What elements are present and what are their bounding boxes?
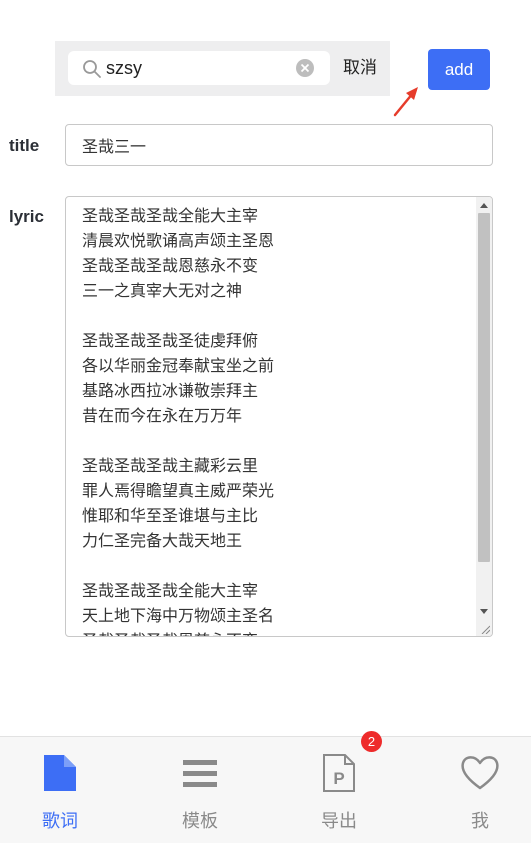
tab-label: 模板 — [182, 811, 218, 832]
tab-me[interactable]: 我 — [420, 737, 531, 843]
search-value: szsy — [106, 58, 142, 78]
tab-label: 导出 — [321, 811, 357, 832]
lyric-content: 圣哉圣哉圣哉全能大主宰 清晨欢悦歌诵高声颂主圣恩 圣哉圣哉圣哉恩慈永不变 三一之真宰大… — [82, 203, 472, 636]
lyric-line: 力仁圣完备大哉天地王 — [82, 531, 243, 550]
tab-lyrics[interactable]: 歌词 — [0, 737, 120, 843]
lyric-textarea[interactable]: 圣哉圣哉圣哉全能大主宰 清晨欢悦歌诵高声颂主圣恩 圣哉圣哉圣哉恩慈永不变 三一之真宰大… — [65, 196, 493, 637]
lyric-line: 惟耶和华至圣谁堪与主比 — [82, 506, 259, 525]
lyric-line: 三一之真宰大无对之神 — [82, 281, 243, 300]
svg-text:P: P — [333, 769, 344, 788]
tab-label: 歌词 — [42, 811, 78, 832]
lyric-line: 圣哉圣哉圣哉全能大主宰 — [82, 206, 259, 225]
resize-grip-icon[interactable] — [480, 624, 490, 634]
bottom-tab-bar: 歌词 模板 P 导出 我 — [0, 736, 531, 843]
lyric-line: 罪人焉得瞻望真主威严荣光 — [82, 481, 275, 500]
scroll-thumb[interactable] — [478, 213, 490, 562]
lyric-line: 圣哉圣哉圣哉主藏彩云里 — [82, 456, 259, 475]
title-value: 圣哉三一 — [82, 137, 147, 156]
lyric-label: lyric — [9, 207, 44, 226]
heart-icon — [461, 756, 499, 790]
tab-export[interactable]: P 导出 — [279, 737, 399, 843]
lyric-line — [82, 303, 472, 328]
lyric-line — [82, 553, 472, 578]
export-p-icon: P — [323, 754, 355, 792]
lyric-line: 圣哉圣哉圣哉圣徒虔拜俯 — [82, 331, 259, 350]
cancel-button[interactable]: 取消 — [343, 57, 377, 79]
page: szsy 取消 add title 圣哉三一 lyric 圣哉圣哉圣哉全能大主宰… — [0, 0, 531, 843]
tab-label: 我 — [471, 811, 489, 832]
lyric-scrollbar[interactable] — [476, 197, 492, 636]
annotation-arrow-icon — [393, 87, 418, 117]
title-label: title — [9, 136, 40, 155]
lyric-line: 圣哉圣哉圣哉全能大主宰 — [82, 581, 259, 600]
lyric-line: 圣哉圣哉圣哉恩慈永不变 — [82, 256, 259, 275]
tab-templates[interactable]: 模板 — [140, 737, 260, 843]
search-input[interactable]: szsy — [68, 51, 330, 85]
lyric-line: 各以华丽金冠奉献宝坐之前 — [82, 356, 275, 375]
lyric-line: 天上地下海中万物颂主圣名 — [82, 606, 275, 625]
lyric-line: 昔在而今在永在万万年 — [82, 406, 243, 425]
search-icon — [83, 60, 101, 78]
add-button[interactable]: add — [428, 49, 490, 90]
lyric-line: 圣哉圣哉圣哉恩慈永不变 — [82, 628, 472, 636]
document-icon — [44, 755, 76, 791]
clear-icon[interactable] — [296, 59, 314, 77]
list-icon — [183, 760, 217, 787]
scroll-down-icon[interactable] — [480, 609, 488, 614]
lyric-line: 清晨欢悦歌诵高声颂主圣恩 — [82, 231, 275, 250]
lyric-line: 基路冰西拉冰谦敬崇拜主 — [82, 381, 259, 400]
export-badge: 2 — [361, 731, 382, 752]
lyric-line — [82, 428, 472, 453]
search-bar: szsy 取消 — [55, 41, 390, 96]
title-field[interactable]: 圣哉三一 — [65, 124, 493, 166]
scroll-up-icon[interactable] — [480, 203, 488, 208]
